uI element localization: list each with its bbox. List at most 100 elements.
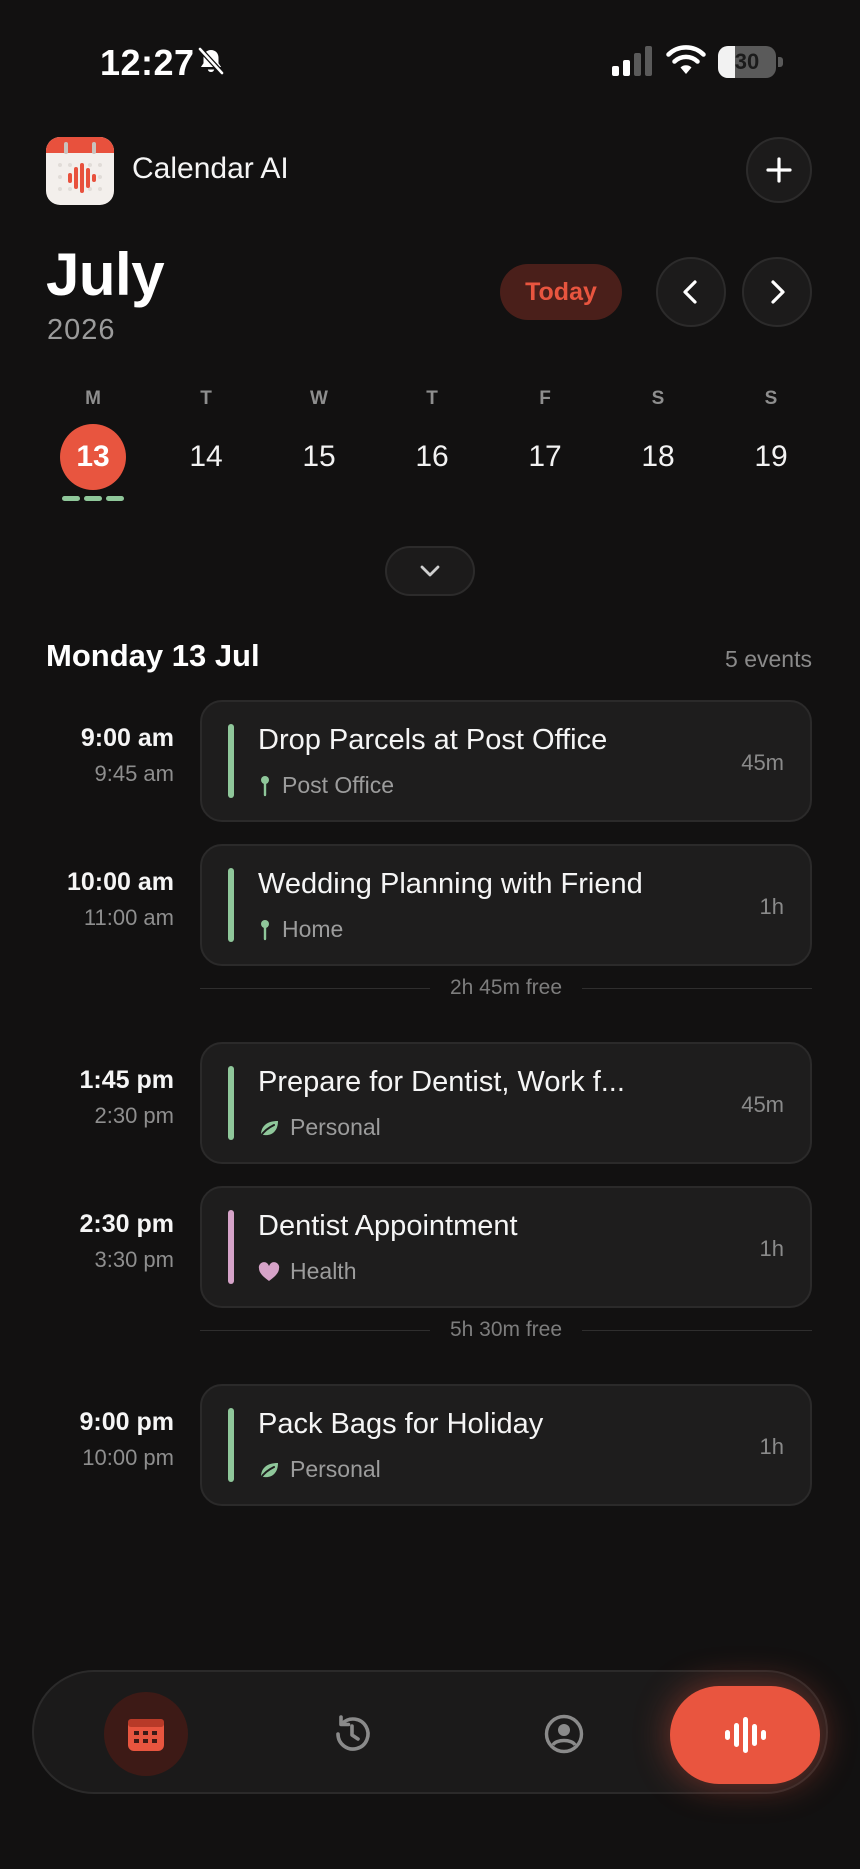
- day-number: 19: [754, 440, 788, 473]
- event-card[interactable]: Prepare for Dentist, Work f... Personal 45…: [200, 1042, 812, 1164]
- event-count: 5 events: [725, 646, 812, 672]
- day-13[interactable]: M 13: [48, 384, 138, 501]
- status-time: 12:27: [100, 42, 195, 83]
- signal-icon: [612, 46, 652, 76]
- event-subtitle: Post Office: [258, 772, 394, 799]
- day-18[interactable]: S 18: [613, 384, 703, 490]
- today-button[interactable]: Today: [500, 264, 622, 320]
- add-event-button[interactable]: [746, 137, 812, 203]
- waveform-icon: [725, 1717, 766, 1753]
- wifi-icon: [666, 45, 706, 74]
- day-number: 16: [415, 440, 449, 473]
- event-card[interactable]: Pack Bags for Holiday Personal 1h: [200, 1384, 812, 1506]
- next-week-button[interactable]: [742, 257, 812, 327]
- bell-muted-icon: [198, 47, 224, 75]
- bottom-tab-bar: [32, 1670, 828, 1794]
- chevron-left-icon: [683, 280, 697, 304]
- year-label: 2026: [47, 314, 116, 346]
- expand-calendar-button[interactable]: [385, 546, 475, 596]
- event-color-bar: [228, 724, 234, 798]
- event-title: Pack Bags for Holiday: [258, 1408, 544, 1440]
- week-strip: M 13 T 14 W 15 T 16 F 17 S 18 S 19: [33, 384, 833, 514]
- event-category: Personal: [290, 1456, 381, 1482]
- day-number: 14: [189, 440, 223, 473]
- event-end-time: 2:30 pm: [94, 1103, 175, 1128]
- event-subtitle: Health: [258, 1258, 356, 1285]
- weekday-label: T: [200, 388, 212, 409]
- event-duration: 45m: [741, 750, 784, 775]
- day-number: 17: [528, 440, 562, 473]
- chevron-right-icon: [771, 280, 785, 304]
- event-time: 2:30 pm 3:30 pm: [80, 1210, 174, 1273]
- weekday-label: S: [764, 388, 778, 409]
- event-subtitle: Personal: [258, 1456, 381, 1483]
- event-category: Post Office: [282, 772, 395, 798]
- event-time: 9:00 pm 10:00 pm: [80, 1408, 174, 1471]
- day-number: 18: [641, 440, 675, 473]
- day-17[interactable]: F 17: [500, 384, 590, 490]
- event-subtitle: Home: [258, 916, 343, 943]
- event-time: 10:00 am 11:00 am: [67, 868, 174, 931]
- day-14[interactable]: T 14: [161, 384, 251, 490]
- event-card[interactable]: Drop Parcels at Post Office Post Office 45…: [200, 700, 812, 822]
- event-category: Personal: [290, 1114, 381, 1140]
- event-end-time: 10:00 pm: [82, 1445, 174, 1470]
- event-time: 1:45 pm 2:30 pm: [80, 1066, 174, 1129]
- event-start-time: 9:00 am: [80, 724, 174, 752]
- day-19[interactable]: S 19: [726, 384, 816, 490]
- free-time-label: 2h 45m free: [449, 976, 563, 999]
- month-title: July: [46, 241, 165, 308]
- history-icon: [336, 1715, 370, 1751]
- battery-percent: 30: [734, 49, 760, 74]
- event-end-time: 9:45 am: [94, 761, 175, 786]
- free-time-label: 5h 30m free: [449, 1318, 563, 1341]
- free-time-divider: 2h 45m free: [200, 973, 813, 1003]
- event-color-bar: [228, 868, 234, 942]
- event-duration: 1h: [759, 894, 784, 919]
- event-category: Home: [282, 916, 344, 942]
- event-indicator: [48, 496, 138, 501]
- app-logo: [46, 137, 114, 205]
- pin-icon: [258, 775, 272, 797]
- event-color-bar: [228, 1408, 234, 1482]
- event-end-time: 11:00 am: [83, 905, 174, 930]
- tab-profile[interactable]: [522, 1692, 606, 1776]
- weekday-label: T: [426, 388, 438, 409]
- event-duration: 1h: [759, 1236, 784, 1261]
- weekday-label: F: [539, 388, 551, 409]
- free-time-divider: 5h 30m free: [200, 1315, 813, 1345]
- event-start-time: 10:00 am: [66, 868, 174, 896]
- profile-icon: [544, 1714, 584, 1754]
- event-title: Drop Parcels at Post Office: [258, 724, 608, 756]
- event-card[interactable]: Dentist Appointment Health 1h: [200, 1186, 812, 1308]
- weekday-label: S: [651, 388, 665, 409]
- chevron-down-icon: [420, 565, 440, 577]
- day-number: 13: [60, 424, 126, 490]
- event-title: Wedding Planning with Friend: [258, 868, 643, 900]
- event-category: Health: [290, 1258, 357, 1284]
- day-heading: Monday 13 Jul: [46, 638, 260, 673]
- previous-week-button[interactable]: [656, 257, 726, 327]
- weekday-label: W: [310, 388, 328, 409]
- event-start-time: 2:30 pm: [79, 1210, 174, 1238]
- event-end-time: 3:30 pm: [94, 1247, 175, 1272]
- weekday-label: M: [85, 388, 101, 409]
- event-color-bar: [228, 1066, 234, 1140]
- event-card[interactable]: Wedding Planning with Friend Home 1h: [200, 844, 812, 966]
- day-number: 15: [302, 440, 336, 473]
- voice-input-button[interactable]: [670, 1686, 820, 1784]
- battery-indicator: 30: [718, 46, 784, 78]
- event-start-time: 1:45 pm: [79, 1066, 174, 1094]
- tab-history[interactable]: [310, 1692, 394, 1776]
- event-duration: 1h: [759, 1434, 784, 1459]
- day-15[interactable]: W 15: [274, 384, 364, 490]
- leaf-icon: [258, 1118, 280, 1138]
- event-subtitle: Personal: [258, 1114, 381, 1141]
- pin-icon: [258, 919, 272, 941]
- event-color-bar: [228, 1210, 234, 1284]
- event-duration: 45m: [741, 1092, 784, 1117]
- event-time: 9:00 am 9:45 am: [81, 724, 174, 787]
- day-16[interactable]: T 16: [387, 384, 477, 490]
- event-start-time: 9:00 pm: [79, 1408, 174, 1436]
- tab-calendar[interactable]: [104, 1692, 188, 1776]
